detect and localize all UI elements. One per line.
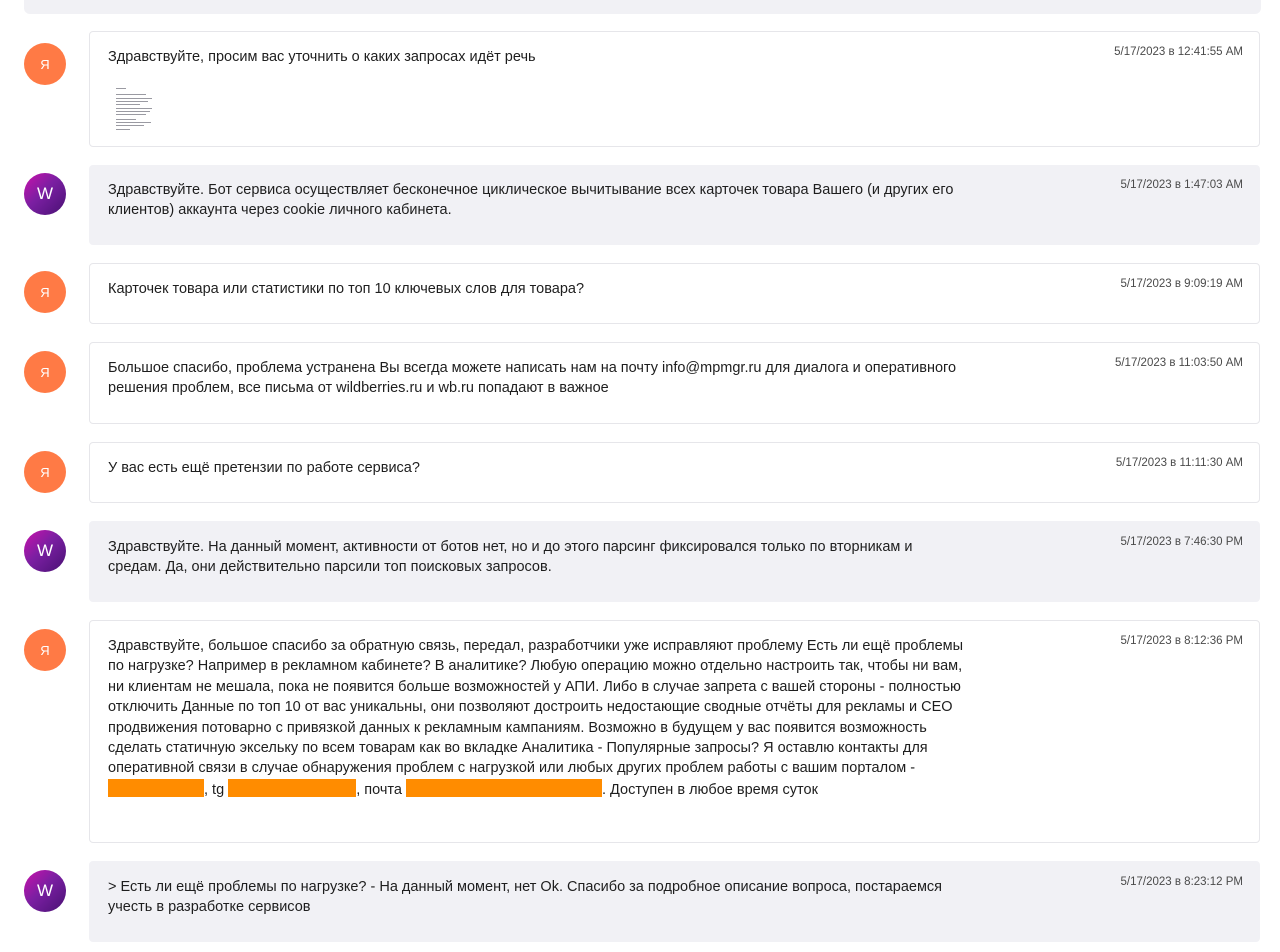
message-text: У вас есть ещё претензии по работе серви…	[108, 460, 420, 476]
message-bubble: У вас есть ещё претензии по работе серви…	[89, 442, 1260, 503]
avatar: Я	[24, 629, 66, 671]
message-text-mail: , почта	[356, 781, 402, 798]
message-timestamp: 5/17/2023 в 8:12:36 PM	[1120, 635, 1243, 647]
message-text: Здравствуйте. На данный момент, активнос…	[108, 539, 913, 576]
message-text-end: . Доступен в любое время суток	[601, 781, 818, 798]
message-bubble: > Есть ли ещё проблемы по нагрузке? - На…	[89, 861, 1260, 942]
message-text: Большое спасибо, проблема устранена Вы в…	[108, 360, 957, 397]
avatar: W	[24, 530, 66, 572]
redacted-contact	[108, 778, 204, 797]
message-timestamp: 5/17/2023 в 9:09:19 AM	[1120, 278, 1243, 290]
message-text: Здравствуйте, большое спасибо за обратну…	[108, 636, 978, 800]
message-timestamp: 5/17/2023 в 12:41:55 AM	[1114, 46, 1243, 58]
message-text: Здравствуйте, просим вас уточнить о каки…	[108, 49, 536, 65]
message-text: Здравствуйте. Бот сервиса осуществляет б…	[108, 182, 954, 219]
message-timestamp: 5/17/2023 в 8:23:12 PM	[1120, 876, 1243, 888]
message-bubble: Здравствуйте, просим вас уточнить о каки…	[89, 31, 1260, 147]
avatar: Я	[24, 351, 66, 393]
avatar: Я	[24, 271, 66, 313]
message-text: Карточек товара или статистики по топ 10…	[108, 281, 585, 297]
redacted-telegram	[228, 778, 357, 797]
message-timestamp: 5/17/2023 в 1:47:03 AM	[1120, 179, 1243, 191]
message-text: > Есть ли ещё проблемы по нагрузке? - На…	[108, 879, 943, 916]
message-bubble: Карточек товара или статистики по топ 10…	[89, 263, 1260, 324]
message-bubble: Здравствуйте. Бот сервиса осуществляет б…	[89, 165, 1260, 245]
avatar: W	[24, 870, 66, 912]
avatar: Я	[24, 43, 66, 85]
avatar: W	[24, 173, 66, 215]
avatar: Я	[24, 451, 66, 493]
message-timestamp: 5/17/2023 в 11:11:30 AM	[1115, 457, 1243, 469]
message-bubble: Большое спасибо, проблема устранена Вы в…	[89, 342, 1260, 424]
attachment-thumbnail[interactable]	[116, 86, 154, 132]
message-timestamp: 5/17/2023 в 11:03:50 AM	[1114, 357, 1243, 369]
message-bubble: Здравствуйте. На данный момент, активнос…	[89, 521, 1260, 602]
message-text-main: Здравствуйте, большое спасибо за обратну…	[108, 638, 964, 777]
message-timestamp: 5/17/2023 в 7:46:30 PM	[1120, 536, 1243, 548]
message-bubble: Здравствуйте, большое спасибо за обратну…	[89, 620, 1260, 843]
previous-message-bubble-edge	[24, 0, 1261, 14]
redacted-email	[405, 778, 602, 797]
message-text-tg: , tg	[204, 781, 225, 798]
